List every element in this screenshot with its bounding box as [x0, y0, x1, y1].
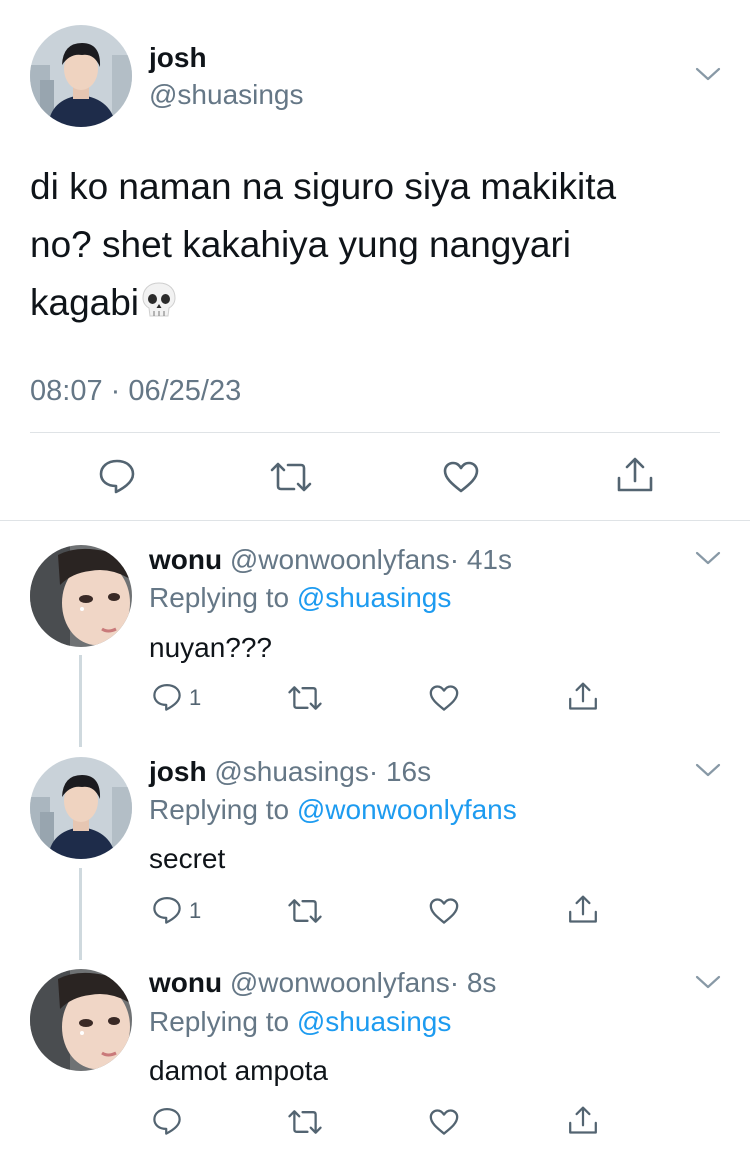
avatar-wonu[interactable] [30, 969, 132, 1071]
chevron-down-icon[interactable] [695, 974, 721, 990]
user-handle[interactable]: @wonwoonlyfans [230, 967, 450, 998]
reply-time[interactable]: · 41s [450, 544, 512, 575]
reply-icon[interactable] [151, 1106, 183, 1136]
reply-text: nuyan??? [149, 632, 273, 663]
avatar-wonu[interactable] [30, 545, 132, 647]
chevron-down-icon[interactable] [695, 66, 721, 82]
reply-count: 1 [189, 685, 202, 710]
share-icon[interactable] [615, 456, 655, 494]
like-icon[interactable] [428, 684, 460, 712]
tweet-text-line-2: no? shet kakahiya yung nangyari [30, 224, 571, 265]
share-icon[interactable] [567, 894, 599, 925]
reply-icon[interactable] [151, 682, 183, 712]
reply-time[interactable]: · 16s [369, 756, 431, 787]
display-name[interactable]: wonu [149, 967, 222, 998]
replying-to-handle[interactable]: @wonwoonlyfans [297, 794, 517, 825]
reply-header: wonu @wonwoonlyfans· 8s [149, 966, 496, 1000]
display-name[interactable]: josh [149, 756, 207, 787]
tweet-text-line-1: di ko naman na siguro siya makikita [30, 166, 617, 207]
tweet-text-line-3: kagabi [30, 282, 140, 323]
share-icon[interactable] [567, 1105, 599, 1136]
reply-icon[interactable] [97, 457, 137, 495]
user-handle[interactable]: @shuasings [214, 756, 369, 787]
thread-line [79, 868, 82, 960]
retweet-icon[interactable] [287, 897, 323, 925]
tweet-text-line-3-wrap: kagabi [30, 280, 177, 326]
user-handle[interactable]: @wonwoonlyfans [230, 544, 450, 575]
chevron-down-icon[interactable] [695, 762, 721, 778]
like-icon[interactable] [428, 1108, 460, 1136]
replying-to: Replying to @wonwoonlyfans [149, 793, 517, 827]
chevron-down-icon[interactable] [695, 550, 721, 566]
reply-header: wonu @wonwoonlyfans· 41s [149, 543, 512, 577]
tweet-timestamp[interactable]: 08:07 · 06/25/23 [30, 373, 241, 409]
section-divider [0, 520, 750, 521]
reply-count: 1 [189, 898, 202, 923]
replying-to-label: Replying to [149, 582, 290, 613]
reply-text: damot ampota [149, 1055, 328, 1086]
replying-to: Replying to @shuasings [149, 1005, 451, 1039]
like-icon[interactable] [442, 460, 480, 494]
display-name[interactable]: josh [149, 41, 207, 75]
reply-icon[interactable] [151, 895, 183, 925]
avatar-josh[interactable] [30, 757, 132, 859]
reply-time[interactable]: · 8s [450, 967, 497, 998]
replying-to-handle[interactable]: @shuasings [297, 582, 452, 613]
user-handle[interactable]: @shuasings [149, 78, 304, 112]
retweet-icon[interactable] [287, 1108, 323, 1136]
replying-to-label: Replying to [149, 794, 290, 825]
reply-header: josh @shuasings· 16s [149, 755, 431, 789]
skull-emoji [139, 281, 177, 321]
replying-to-handle[interactable]: @shuasings [297, 1006, 452, 1037]
share-icon[interactable] [567, 681, 599, 712]
avatar-josh[interactable] [30, 25, 132, 127]
display-name[interactable]: wonu [149, 544, 222, 575]
replying-to: Replying to @shuasings [149, 581, 451, 615]
retweet-icon[interactable] [287, 684, 323, 712]
replying-to-label: Replying to [149, 1006, 290, 1037]
like-icon[interactable] [428, 897, 460, 925]
thread-line [79, 655, 82, 747]
retweet-icon[interactable] [269, 460, 313, 494]
divider [30, 432, 720, 433]
reply-text: secret [149, 843, 226, 874]
